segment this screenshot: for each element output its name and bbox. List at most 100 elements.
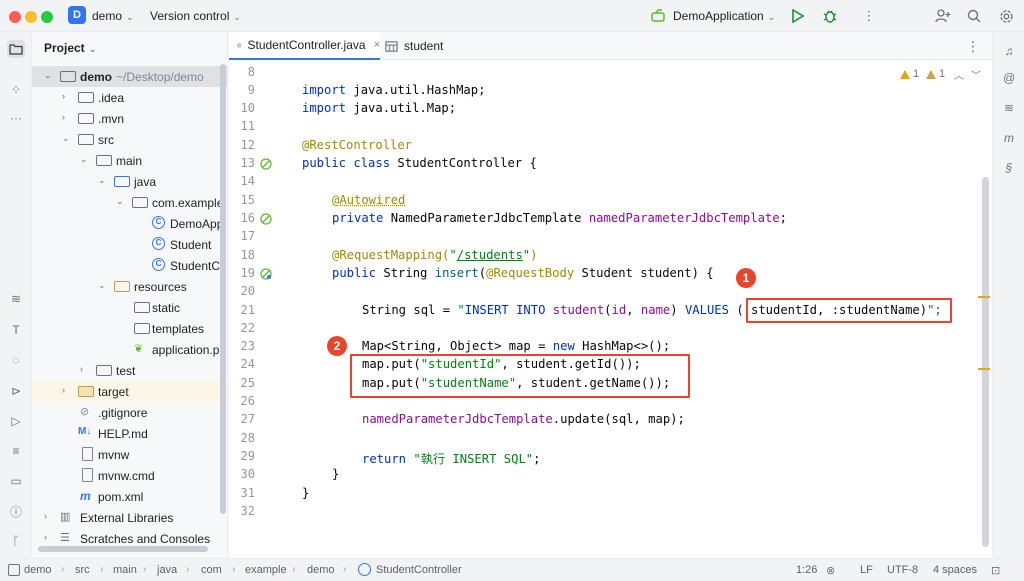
tree-item-static[interactable]: static <box>32 297 227 318</box>
services-tool-button[interactable]: ⊳ <box>7 382 25 400</box>
collapsed-arrow-icon[interactable]: › <box>62 91 72 101</box>
tree-item-pom-xml[interactable]: m pom.xml <box>32 486 227 507</box>
expand-arrow-icon[interactable]: ⌄ <box>98 280 108 291</box>
annotation-badge-2: 2 <box>327 336 347 356</box>
project-panel-header[interactable]: Project ⌄ <box>44 41 96 55</box>
breadcrumb-item[interactable]: main <box>113 564 137 576</box>
code-area[interactable]: 8 9 10 11 12 13 14 15 16 17 18 19 20 21 … <box>229 60 992 558</box>
layers-tool-button[interactable]: ≡ <box>7 442 25 460</box>
close-window-button[interactable] <box>9 11 21 23</box>
breadcrumb-item[interactable]: com <box>201 564 222 576</box>
autowired-gutter-icon[interactable] <box>259 212 273 226</box>
code-line-9: import java.util.HashMap; <box>302 83 485 97</box>
readonly-lock-icon[interactable]: ⊡ <box>991 564 1000 577</box>
project-selector[interactable]: demo ⌄ <box>92 9 134 23</box>
tree-item-gitignore[interactable]: ⊘ .gitignore <box>32 402 227 423</box>
breadcrumb-item[interactable]: example <box>245 564 287 576</box>
terminal-tool-button[interactable]: ▭ <box>7 472 25 490</box>
tree-item-mvnw[interactable]: mvnw <box>32 444 227 465</box>
notifications-button[interactable]: ♫ <box>1000 42 1018 60</box>
expand-arrow-icon[interactable]: ⌄ <box>80 154 90 165</box>
tree-item-target[interactable]: › target <box>32 381 227 402</box>
warning-stripe-mark[interactable] <box>978 296 990 298</box>
tree-item-templates[interactable]: templates <box>32 318 227 339</box>
breadcrumb-item[interactable]: java <box>157 564 177 576</box>
database-tool-button[interactable]: ≋ <box>7 290 25 308</box>
tree-item-java[interactable]: ⌄ java <box>32 171 227 192</box>
expand-arrow-icon[interactable]: ⌄ <box>116 196 126 207</box>
expand-arrow-icon[interactable]: ⌄ <box>44 70 54 81</box>
expand-arrow-icon[interactable]: ⌄ <box>62 133 72 144</box>
version-control-menu[interactable]: Version control ⌄ <box>150 9 241 23</box>
tree-item-package[interactable]: ⌄ com.example <box>32 192 227 213</box>
tree-item-demo[interactable]: ⌄ demo ~/Desktop/demo <box>32 66 227 87</box>
tree-item-mvn[interactable]: › .mvn <box>32 108 227 129</box>
collapsed-arrow-icon[interactable]: › <box>62 385 72 395</box>
project-horizontal-scrollbar[interactable] <box>38 546 208 552</box>
warning-stripe-mark[interactable] <box>978 368 990 370</box>
python-console-button[interactable]: § <box>1000 159 1018 177</box>
tree-item-external-libraries[interactable]: › ▥ External Libraries <box>32 507 227 528</box>
minimize-window-button[interactable] <box>25 11 37 23</box>
run-tool-button[interactable]: ▷ <box>7 412 25 430</box>
structure-tool-button[interactable]: ⁘ <box>7 81 25 99</box>
tab-options-button[interactable]: ⋮ <box>966 38 980 55</box>
build-tool-button[interactable]: T <box>7 321 25 339</box>
tree-item-student[interactable]: C Student <box>32 234 227 255</box>
editor-vertical-scrollbar[interactable] <box>982 177 989 547</box>
indent-setting[interactable]: 4 spaces <box>933 564 977 576</box>
tree-item-help-md[interactable]: M↓ HELP.md <box>32 423 227 444</box>
breadcrumb-item[interactable]: StudentController <box>376 564 462 576</box>
close-tab-icon[interactable]: × <box>374 39 380 51</box>
tree-item-src[interactable]: ⌄ src <box>32 129 227 150</box>
tab-student-table[interactable]: student <box>384 32 443 60</box>
tree-item-demoapp[interactable]: C DemoApp <box>32 213 227 234</box>
breadcrumb-item[interactable]: demo <box>24 564 52 576</box>
collapsed-arrow-icon[interactable]: › <box>62 112 72 122</box>
code-line-31: } <box>302 486 309 500</box>
expand-arrow-icon[interactable]: ⌄ <box>98 175 108 186</box>
project-badge-icon[interactable]: D <box>68 6 86 24</box>
breadcrumb-item[interactable]: src <box>75 564 90 576</box>
maven-button[interactable]: m <box>1000 129 1018 147</box>
tab-studentcontroller[interactable]: C StudentController.java × <box>229 32 380 60</box>
more-actions-button[interactable]: ⋮ <box>860 7 878 25</box>
run-button[interactable] <box>788 7 806 25</box>
cursor-position[interactable]: 1:26 <box>796 564 817 576</box>
inspection-profile-icon[interactable]: ⊗ <box>826 564 835 577</box>
project-panel: Project ⌄ ⌄ demo ~/Desktop/demo › .idea › … <box>32 32 228 558</box>
project-vertical-scrollbar[interactable] <box>220 64 226 514</box>
tree-item-idea[interactable]: › .idea <box>32 87 227 108</box>
code-token[interactable]: /students <box>457 248 523 262</box>
maven-icon: m <box>1004 131 1014 145</box>
more-tools-button[interactable]: ··· <box>7 109 25 127</box>
tree-item-studentcontroller[interactable]: C StudentC <box>32 255 227 276</box>
debug-button[interactable] <box>821 7 839 25</box>
breadcrumb-item[interactable]: demo <box>307 564 335 576</box>
settings-button[interactable] <box>997 7 1015 25</box>
tree-item-mvnw-cmd[interactable]: mvnw.cmd <box>32 465 227 486</box>
spring-bean-gutter-icon[interactable] <box>259 157 273 171</box>
request-mapping-gutter-icon[interactable] <box>259 267 273 281</box>
problems-tool-button[interactable]: ⓘ <box>7 502 25 520</box>
tree-item-application-properties[interactable]: ❦ application.p <box>32 339 227 360</box>
collapsed-arrow-icon[interactable]: › <box>44 532 54 542</box>
tree-item-test[interactable]: › test <box>32 360 227 381</box>
git-tool-button[interactable]: ᚴ <box>7 532 25 550</box>
search-button[interactable] <box>965 7 983 25</box>
collapsed-arrow-icon[interactable]: › <box>44 511 54 521</box>
ai-assistant-button[interactable]: @ <box>1000 69 1018 87</box>
tree-item-main[interactable]: ⌄ main <box>32 150 227 171</box>
tree-item-resources[interactable]: ⌄ resources <box>32 276 227 297</box>
right-tool-stripe: ♫ @ ≋ m § <box>992 32 1024 558</box>
line-separator[interactable]: LF <box>860 564 873 576</box>
notifications-tool-button[interactable]: ◌ <box>7 351 25 369</box>
code-token: VALUES <box>684 303 729 317</box>
collapsed-arrow-icon[interactable]: › <box>80 364 90 374</box>
database-button[interactable]: ≋ <box>1000 99 1018 117</box>
add-user-button[interactable] <box>934 7 952 25</box>
file-encoding[interactable]: UTF-8 <box>887 564 918 576</box>
tree-item-label: com.example <box>152 196 224 210</box>
project-tool-button[interactable] <box>7 40 25 58</box>
maximize-window-button[interactable] <box>41 11 53 23</box>
